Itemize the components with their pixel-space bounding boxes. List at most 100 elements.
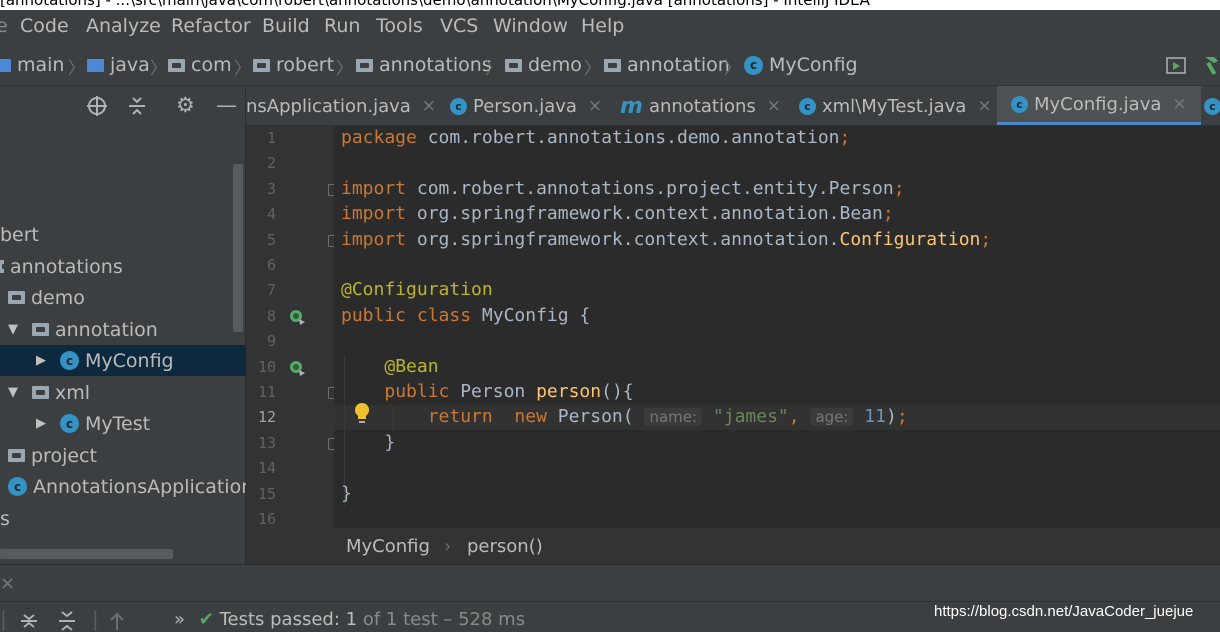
close-icon[interactable]: × (1172, 94, 1186, 114)
tab-annotationsapplication[interactable]: nsApplication.java × (246, 86, 436, 125)
test-passed-count: 1 (345, 609, 358, 630)
tab-mytest[interactable]: c xml\MyTest.java × (799, 86, 992, 125)
tree-item-xml[interactable]: ▼ xml (0, 377, 236, 408)
menu-tools[interactable]: Tools (376, 15, 423, 37)
expanded-arrow-icon[interactable]: ▼ (8, 322, 22, 337)
gear-icon[interactable]: ⚙ (176, 93, 195, 117)
code-token: 11 (864, 406, 886, 428)
collapse-icon[interactable] (127, 96, 147, 116)
line-number: 11 (257, 383, 276, 401)
menu-bar: e Code Analyze Refactor Build Run Tools … (0, 10, 1220, 44)
code-line[interactable]: import org.springframework.context.annot… (341, 229, 991, 254)
line-number: 14 (257, 459, 276, 478)
menu-help[interactable]: Help (581, 15, 624, 37)
up-icon[interactable] (108, 611, 126, 631)
tab-annotations[interactable]: m annotations × (620, 86, 781, 125)
close-icon[interactable]: × (588, 96, 602, 116)
close-icon[interactable]: × (0, 573, 15, 594)
tree-item-robert[interactable]: bert (0, 219, 236, 250)
tree-item-annotations[interactable]: annotations (0, 251, 236, 282)
close-icon[interactable]: × (977, 96, 991, 116)
crumb-annotations[interactable]: annotations (356, 52, 492, 78)
collapsed-arrow-icon[interactable]: ▶ (36, 353, 50, 368)
bean-icon[interactable] (288, 359, 306, 377)
expand-all-icon[interactable] (20, 611, 38, 631)
tree-item-annotationsapplication[interactable]: c AnnotationsApplication (0, 471, 253, 502)
editor-crumb-separator: › (444, 536, 452, 557)
menu-window[interactable]: Window (493, 15, 568, 37)
tab-myconfig[interactable]: c MyConfig.java × (997, 86, 1201, 125)
line-number: 8 (266, 306, 276, 325)
crumb-java[interactable]: java (87, 52, 150, 78)
code-line[interactable]: import org.springframework.context.annot… (341, 203, 894, 228)
crumb-demo[interactable]: demo (505, 52, 582, 78)
editor-gutter: 1 2 3 4 5 6 7 8 9 10 11 12 13 14 15 16 (246, 126, 334, 528)
editor-crumb-method[interactable]: person() (467, 536, 543, 557)
tree-item-mytest[interactable]: ▶ c MyTest (0, 408, 236, 439)
code-line[interactable]: return new Person( name: "james", age: 1… (341, 406, 908, 431)
menu-code[interactable]: Code (20, 15, 69, 37)
build-hammer-icon[interactable] (1202, 52, 1220, 76)
tree-item-project[interactable]: project (0, 440, 236, 471)
code-line[interactable]: package com.robert.annotations.demo.anno… (341, 127, 850, 152)
line-number: 2 (266, 154, 276, 173)
code-token: } (341, 482, 352, 504)
parameter-hint: name: (644, 408, 703, 427)
menu-analyze[interactable]: Analyze (86, 15, 161, 37)
run-tool-window: × | | » ✔ Tests passed: 1 of 1 test – 52… (0, 564, 1220, 632)
menu-run[interactable]: Run (324, 15, 360, 37)
tree-item-annotation[interactable]: ▼ annotation (0, 314, 236, 345)
expanded-arrow-icon[interactable]: ▼ (8, 385, 22, 400)
line-number: 10 (257, 357, 276, 376)
code-token: public class (341, 304, 482, 326)
run-config-icon[interactable] (1166, 56, 1188, 76)
tree-item-demo[interactable]: demo (0, 282, 236, 313)
close-icon[interactable]: × (422, 96, 436, 116)
crumb-robert[interactable]: robert (253, 52, 334, 78)
tab-person[interactable]: c Person.java × (450, 86, 602, 125)
crumb-annotation[interactable]: annotation (604, 52, 730, 78)
code-line[interactable]: import com.robert.annotations.project.en… (341, 178, 905, 203)
bean-icon[interactable] (288, 308, 306, 326)
editor-crumb-class[interactable]: MyConfig (346, 536, 430, 557)
tab-overflow[interactable]: c (1204, 86, 1220, 125)
code-line[interactable]: @Configuration (341, 279, 493, 304)
crumb-com[interactable]: com (168, 52, 232, 78)
collapsed-arrow-icon[interactable]: ▶ (36, 416, 50, 431)
code-line[interactable]: public class MyConfig { (341, 305, 590, 330)
code-line[interactable]: public Person person(){ (341, 381, 633, 406)
tree-vertical-scrollbar[interactable] (233, 164, 243, 332)
crumb-main[interactable]: main (0, 52, 64, 78)
code-line[interactable]: @Bean (341, 355, 439, 381)
code-editor[interactable]: package com.robert.annotations.demo.anno… (334, 126, 1220, 528)
code-line[interactable]: } (341, 432, 395, 457)
menu-vcs[interactable]: VCS (440, 15, 478, 37)
bulb-icon[interactable] (354, 402, 370, 426)
editor-breadcrumb: MyConfig › person() (246, 528, 1220, 564)
code-line[interactable]: } (341, 483, 352, 508)
more-icon[interactable]: » (174, 609, 185, 630)
collapse-all-icon[interactable] (58, 611, 76, 631)
folder-icon (32, 386, 49, 399)
code-token: ; (896, 406, 908, 428)
code-token: } (341, 431, 396, 453)
code-token: MyConfig { (481, 304, 591, 326)
tree-item-s[interactable]: s (0, 503, 236, 534)
locate-icon[interactable] (86, 95, 108, 117)
code-token: @Bean (384, 355, 439, 377)
code-token: "james" (712, 406, 789, 428)
close-icon[interactable]: × (767, 96, 781, 116)
crumb-myconfig[interactable]: c MyConfig (744, 52, 858, 78)
code-token: import (341, 203, 417, 225)
line-number: 13 (257, 433, 276, 452)
tree-item-myconfig[interactable]: ▶ c MyConfig (0, 345, 246, 376)
tree-horizontal-scrollbar[interactable] (0, 549, 173, 559)
code-token: ; (882, 203, 894, 225)
line-number: 15 (257, 484, 276, 503)
test-status: » ✔ Tests passed: 1 of 1 test – 528 ms (174, 609, 525, 630)
class-icon: c (1011, 95, 1028, 113)
minimize-icon[interactable]: — (216, 93, 237, 117)
menu-refactor[interactable]: Refactor (171, 15, 251, 37)
menu-build[interactable]: Build (262, 15, 310, 37)
